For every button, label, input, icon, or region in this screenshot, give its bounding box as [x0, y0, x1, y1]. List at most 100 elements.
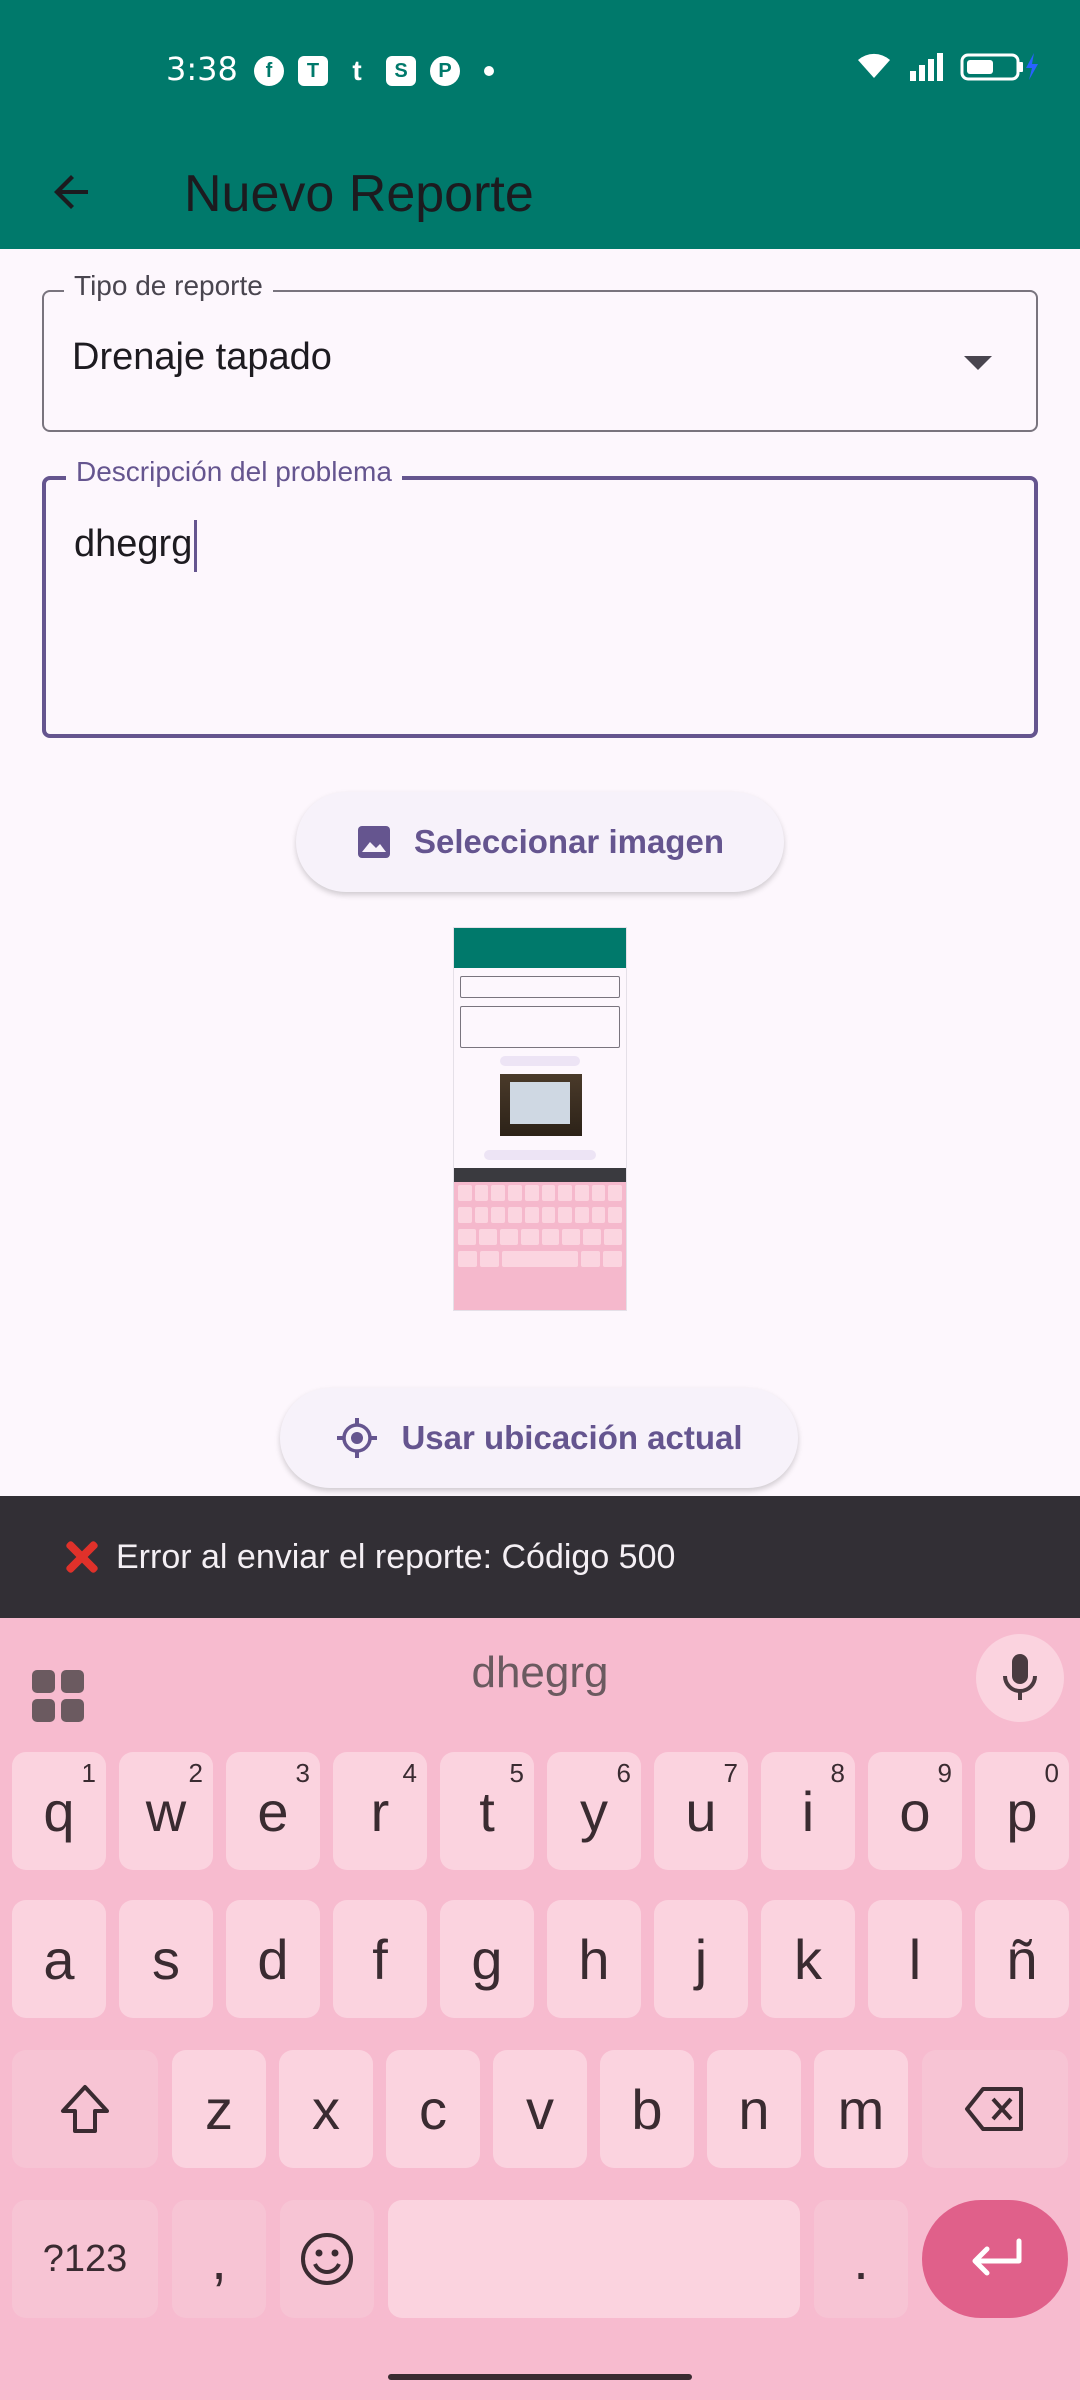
- key-q[interactable]: q1: [12, 1752, 106, 1870]
- key-g-label: g: [471, 1927, 503, 1991]
- key-x-label: x: [312, 2077, 340, 2141]
- key-h[interactable]: h: [547, 1900, 641, 2018]
- preview-field: [460, 1006, 620, 1048]
- status-bar: 3:38 f T t S P: [0, 0, 1080, 140]
- key-u[interactable]: u7: [654, 1752, 748, 1870]
- use-location-button[interactable]: Usar ubicación actual: [280, 1388, 798, 1488]
- key-b-label: b: [631, 2077, 663, 2141]
- key-w-hint: 2: [188, 1758, 203, 1788]
- key-p-hint: 0: [1044, 1758, 1059, 1788]
- key-p[interactable]: p0: [975, 1752, 1069, 1870]
- select-image-label: Seleccionar imagen: [414, 823, 724, 860]
- report-type-dropdown[interactable]: Tipo de reporte Drenaje tapado: [42, 270, 1038, 432]
- preview-header: [454, 928, 626, 968]
- select-image-button[interactable]: Seleccionar imagen: [296, 792, 784, 892]
- emoji-icon: [301, 2233, 353, 2285]
- teams-icon: T: [298, 56, 328, 86]
- key-g[interactable]: g: [440, 1900, 534, 2018]
- key-m[interactable]: m: [814, 2050, 908, 2168]
- shift-key[interactable]: [12, 2050, 158, 2168]
- symbols-key[interactable]: ?123: [12, 2200, 158, 2318]
- space-key[interactable]: [388, 2200, 800, 2318]
- key-f-label: f: [372, 1927, 388, 1991]
- tumblr-icon: t: [352, 55, 362, 86]
- image-icon: [358, 826, 390, 858]
- key-x[interactable]: x: [279, 2050, 373, 2168]
- emoji-key[interactable]: [280, 2200, 374, 2318]
- key-ñ[interactable]: ñ: [975, 1900, 1069, 2018]
- my-location-icon: [337, 1418, 378, 1458]
- key-i[interactable]: i8: [761, 1752, 855, 1870]
- key-m-label: m: [837, 2077, 885, 2141]
- key-i-label: i: [801, 1779, 815, 1843]
- preview-button: [484, 1150, 596, 1160]
- wifi-icon: [858, 53, 890, 78]
- microphone-button[interactable]: [976, 1634, 1064, 1722]
- key-o[interactable]: o9: [868, 1752, 962, 1870]
- backspace-key[interactable]: [922, 2050, 1068, 2168]
- soft-keyboard: dhegrg q1w2e3r4t5y6u7i8o9p0asdfghjklñzxc…: [0, 1618, 1080, 2400]
- key-y[interactable]: y6: [547, 1752, 641, 1870]
- pinterest-icon: P: [430, 56, 460, 86]
- key-r[interactable]: r4: [333, 1752, 427, 1870]
- key-h-label: h: [578, 1927, 610, 1991]
- key-z[interactable]: z: [172, 2050, 266, 2168]
- arrow-back-icon: [54, 175, 88, 209]
- key-u-hint: 7: [723, 1758, 738, 1788]
- key-j[interactable]: j: [654, 1900, 748, 2018]
- notification-icons: f T t S P: [254, 55, 494, 86]
- key-d[interactable]: d: [226, 1900, 320, 2018]
- preview-keyboard: [454, 1168, 626, 1310]
- key-n-label: n: [738, 2077, 770, 2141]
- key-b[interactable]: b: [600, 2050, 694, 2168]
- key-c[interactable]: c: [386, 2050, 480, 2168]
- error-message: Error al enviar el reporte: Código 500: [116, 1537, 676, 1576]
- keyboard-suggestion[interactable]: dhegrg: [0, 1648, 1080, 1698]
- shift-icon: [61, 2085, 109, 2133]
- comma-key-label: ,: [211, 2227, 227, 2291]
- key-k-label: k: [794, 1927, 822, 1991]
- home-indicator[interactable]: [388, 2374, 692, 2380]
- period-key[interactable]: .: [814, 2200, 908, 2318]
- preview-photo: [500, 1074, 582, 1136]
- key-q-label: q: [43, 1779, 75, 1843]
- preview-field: [460, 976, 620, 998]
- enter-icon: [972, 2238, 1022, 2276]
- key-s-label: s: [152, 1927, 180, 1991]
- selected-image-preview: [454, 928, 626, 1310]
- key-s[interactable]: s: [119, 1900, 213, 2018]
- key-z-label: z: [205, 2077, 233, 2141]
- key-k[interactable]: k: [761, 1900, 855, 2018]
- error-cross-icon: [60, 1535, 104, 1579]
- key-f[interactable]: f: [333, 1900, 427, 2018]
- key-t-label: t: [479, 1779, 495, 1843]
- description-field[interactable]: Descripción del problema dhegrg: [42, 456, 1038, 738]
- key-l-label: l: [908, 1927, 922, 1991]
- description-value-wrap: dhegrg: [74, 520, 198, 572]
- key-n[interactable]: n: [707, 2050, 801, 2168]
- comma-key[interactable]: ,: [172, 2200, 266, 2318]
- key-e[interactable]: e3: [226, 1752, 320, 1870]
- back-button[interactable]: [40, 160, 104, 224]
- key-v-label: v: [526, 2077, 554, 2141]
- report-type-label: Tipo de reporte: [64, 270, 273, 302]
- key-l[interactable]: l: [868, 1900, 962, 2018]
- key-u-label: u: [685, 1779, 717, 1843]
- page-title: Nuevo Reporte: [184, 165, 534, 223]
- text-cursor: [194, 520, 198, 572]
- battery-charging-icon: [960, 53, 1038, 81]
- key-a[interactable]: a: [12, 1900, 106, 2018]
- key-c-label: c: [419, 2077, 447, 2141]
- key-v[interactable]: v: [493, 2050, 587, 2168]
- enter-key[interactable]: [922, 2200, 1068, 2318]
- more-notifications-icon: [484, 66, 494, 76]
- preview-snackbar: [454, 1168, 626, 1182]
- key-t[interactable]: t5: [440, 1752, 534, 1870]
- key-ñ-label: ñ: [1006, 1927, 1038, 1991]
- key-y-hint: 6: [616, 1758, 631, 1788]
- key-t-hint: 5: [509, 1758, 524, 1788]
- key-o-hint: 9: [937, 1758, 952, 1788]
- use-location-label: Usar ubicación actual: [401, 1419, 743, 1456]
- key-w[interactable]: w2: [119, 1752, 213, 1870]
- microphone-icon: [1003, 1654, 1037, 1700]
